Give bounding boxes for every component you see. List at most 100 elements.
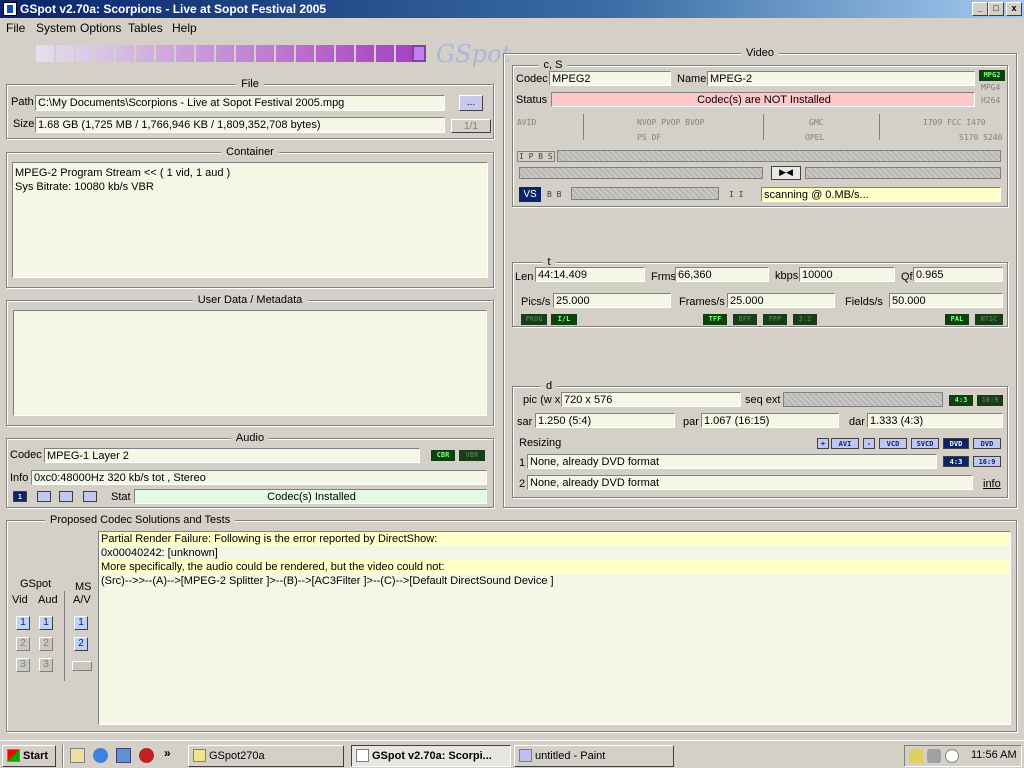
menu-system[interactable]: System xyxy=(36,21,76,35)
quicklaunch-outlook-icon[interactable] xyxy=(116,748,131,763)
proposed-title: Proposed Codec Solutions and Tests xyxy=(45,514,236,526)
video-title: Video xyxy=(741,47,779,59)
bff-flag: BFF xyxy=(733,314,757,325)
tray-mouse-icon[interactable] xyxy=(927,749,941,763)
app-icon[interactable] xyxy=(3,2,17,16)
size-label: Size xyxy=(13,118,35,130)
menu-options[interactable]: Options xyxy=(80,21,121,35)
quicklaunch-media-icon[interactable] xyxy=(139,748,154,763)
audio-btn-1[interactable]: 1 xyxy=(13,491,27,502)
maximize-button[interactable]: □ xyxy=(988,2,1004,16)
taskbar-gspot-folder[interactable]: GSpot270a xyxy=(188,745,344,767)
aud-test-2[interactable]: 2 xyxy=(39,637,53,651)
sar-field: 1.250 (5:4) xyxy=(535,413,675,428)
resize-169-button[interactable]: 16:9 xyxy=(973,456,1001,467)
audio-btn-4[interactable] xyxy=(83,491,97,502)
bb-flags: B B xyxy=(547,190,562,199)
frames-field: 25.000 xyxy=(727,293,835,308)
resize-dvd-button[interactable]: DVD xyxy=(943,438,969,449)
container-group: Container MPEG-2 Program Stream << ( 1 v… xyxy=(6,146,494,288)
close-button[interactable]: x xyxy=(1006,2,1022,16)
aud-test-1[interactable]: 1 xyxy=(39,616,53,630)
browse-button[interactable]: ... xyxy=(459,95,483,111)
taskbar-label: GSpot v2.70a: Scorpi... xyxy=(372,750,492,762)
paint-icon xyxy=(519,749,532,762)
container-line: Sys Bitrate: 10080 kb/s VBR xyxy=(15,181,154,193)
resize-vcd-button[interactable]: VCD xyxy=(879,438,907,449)
vop-flags: NVOP PVOP BVOP xyxy=(637,118,705,127)
size-field: 1.68 GB (1,725 MB / 1,766,946 KB / 1,809… xyxy=(35,117,445,133)
ii-flags: I I xyxy=(729,190,744,199)
vbr-flag: VBR xyxy=(459,450,485,461)
resize-svcd-button[interactable]: SVCD xyxy=(911,438,939,449)
menu-tables[interactable]: Tables xyxy=(128,21,163,35)
path-field[interactable]: C:\My Documents\Scorpions - Live at Sopo… xyxy=(35,95,445,111)
quicklaunch-desktop-icon[interactable] xyxy=(70,748,85,763)
frame-strip-right xyxy=(805,167,1001,179)
interlaced-flag: I/L xyxy=(551,314,577,325)
title-bar[interactable]: GSpot v2.70a: Scorpions - Live at Sopot … xyxy=(0,0,1024,18)
video-status-label: Status xyxy=(516,94,548,106)
ipbs-flags: I P B S xyxy=(517,151,555,162)
pic-label: pic (w x xyxy=(523,394,561,406)
pics-label: Pics/s xyxy=(521,296,551,308)
resize-minus-button[interactable]: - xyxy=(863,438,875,449)
userdata-group: User Data / Metadata xyxy=(6,294,494,426)
system-tray: 11:56 AM xyxy=(904,745,1022,767)
taskbar-gspot-app[interactable]: GSpot v2.70a: Scorpi... xyxy=(351,745,511,767)
fields-field: 50.000 xyxy=(889,293,1003,308)
resize-plus-button[interactable]: + xyxy=(817,438,829,449)
ms-test-3[interactable] xyxy=(72,661,92,671)
cs-title: c, S xyxy=(538,59,568,71)
window-title: GSpot v2.70a: Scorpions - Live at Sopot … xyxy=(20,2,327,16)
audio-btn-3[interactable] xyxy=(59,491,73,502)
resize-avi-button[interactable]: AVI xyxy=(831,438,859,449)
minimize-button[interactable]: _ xyxy=(972,2,988,16)
tray-clock[interactable]: 11:56 AM xyxy=(971,749,1017,761)
menu-help[interactable]: Help xyxy=(172,21,197,35)
container-title: Container xyxy=(221,146,279,158)
ntsc-flag: NTSC xyxy=(975,314,1003,325)
dar-field: 1.333 (4:3) xyxy=(867,413,1003,428)
kbps-label: kbps xyxy=(775,270,799,282)
resize-row1-field: None, already DVD format xyxy=(527,454,937,469)
ar-43-flag: 4:3 xyxy=(949,395,973,406)
smpte-flags: S170 S240 xyxy=(959,133,1003,142)
vid-test-2[interactable]: 2 xyxy=(16,637,30,651)
ms-test-2[interactable]: 2 xyxy=(74,637,88,651)
more-chevron-icon[interactable]: » xyxy=(164,746,171,760)
h264-flag: H264 xyxy=(981,96,1001,105)
aud-test-3[interactable]: 3 xyxy=(39,658,53,672)
audio-codec-label: Codec xyxy=(10,449,42,461)
gop-strip xyxy=(557,150,1001,162)
windows-logo-icon xyxy=(7,749,20,762)
folder-icon xyxy=(193,749,206,762)
file-counter[interactable]: 1/1 xyxy=(451,119,491,133)
resize-43-button[interactable]: 4:3 xyxy=(943,456,969,467)
timing-group: t Len 44:14.409 Frms 66,360 kbps 10000 Q… xyxy=(512,256,1008,327)
output-line: More specifically, the audio could be re… xyxy=(99,560,1010,574)
activity-bar xyxy=(36,45,426,62)
vid-test-3[interactable]: 3 xyxy=(16,658,30,672)
frame-nav-icon[interactable]: ▶◀ xyxy=(771,166,801,180)
tray-pointer-icon[interactable] xyxy=(945,749,959,763)
start-button[interactable]: Start xyxy=(2,745,56,767)
resize-dvd2-button[interactable]: DVD xyxy=(973,438,1001,449)
opel-flag: OPEL xyxy=(805,133,825,142)
av-label: A/V xyxy=(73,594,91,606)
proposed-output: Partial Render Failure: Following is the… xyxy=(98,531,1011,725)
info-link[interactable]: info xyxy=(983,477,1001,491)
taskbar-paint[interactable]: untitled - Paint xyxy=(514,745,674,767)
vid-test-1[interactable]: 1 xyxy=(16,616,30,630)
proposed-group: Proposed Codec Solutions and Tests GSpot… xyxy=(6,514,1017,732)
taskbar-label: untitled - Paint xyxy=(535,750,606,762)
output-line: Partial Render Failure: Following is the… xyxy=(99,532,1010,546)
tray-speaker-icon[interactable] xyxy=(909,749,923,763)
ms-test-1[interactable]: 1 xyxy=(74,616,88,630)
matrix-flags: I709 FCC I470 xyxy=(923,118,986,127)
vs-icon[interactable]: VS xyxy=(519,187,541,202)
menu-file[interactable]: File xyxy=(6,21,25,35)
quicklaunch-ie-icon[interactable] xyxy=(93,748,108,763)
par-label: par xyxy=(683,416,699,428)
audio-btn-2[interactable] xyxy=(37,491,51,502)
